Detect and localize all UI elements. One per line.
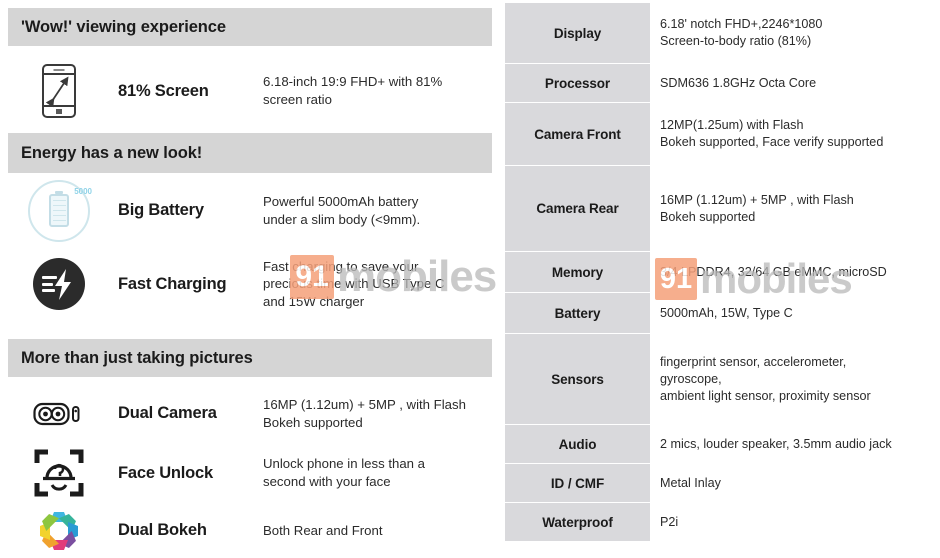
value-line: 2 mics, louder speaker, 3.5mm audio jack bbox=[660, 436, 892, 451]
table-row: Display 6.18' notch FHD+,2246*1080 Scree… bbox=[505, 3, 940, 63]
spec-label: Sensors bbox=[505, 334, 650, 424]
desc-line: 16MP (1.12um) + 5MP , with Flash bbox=[263, 396, 466, 412]
feature-row-battery: 5000 Big Battery Powerful 5000mAh batter… bbox=[0, 178, 500, 243]
desc-line: 6.18-inch 19:9 FHD+ with 81% bbox=[263, 74, 443, 90]
table-row: Camera Front 12MP(1.25um) with Flash Bok… bbox=[505, 103, 940, 165]
section-header-camera: More than just taking pictures bbox=[8, 339, 492, 377]
table-row: Processor SDM636 1.8GHz Octa Core bbox=[505, 64, 940, 102]
spec-value: SDM636 1.8GHz Octa Core bbox=[650, 64, 940, 102]
table-row: Battery 5000mAh, 15W, Type C bbox=[505, 293, 940, 333]
feature-title: 81% Screen bbox=[118, 81, 209, 100]
feature-description: 16MP (1.12um) + 5MP , with Flash Bokeh s… bbox=[263, 396, 500, 431]
fast-charge-bolt-icon bbox=[33, 258, 85, 310]
face-unlock-icon bbox=[34, 449, 84, 497]
desc-line: Both Rear and Front bbox=[263, 522, 383, 538]
feature-row-dual-camera: Dual Camera 16MP (1.12um) + 5MP , with F… bbox=[0, 386, 500, 441]
value-line: SDM636 1.8GHz Octa Core bbox=[660, 75, 817, 90]
spec-value: 2 mics, louder speaker, 3.5mm audio jack bbox=[650, 425, 940, 463]
section-header-energy: Energy has a new look! bbox=[8, 133, 492, 173]
section-header-label: 'Wow!' viewing experience bbox=[21, 17, 226, 36]
feature-description: Fast charging to save your precious time… bbox=[263, 258, 500, 311]
value-line: P2i bbox=[660, 514, 679, 529]
feature-row-dual-bokeh: Dual Bokeh Both Rear and Front bbox=[0, 503, 500, 558]
feature-icon-cell bbox=[0, 258, 118, 310]
value-line: 6.18' notch FHD+,2246*1080 bbox=[660, 17, 823, 31]
table-row: ID / CMF Metal Inlay bbox=[505, 464, 940, 502]
phone-diagonal-icon bbox=[42, 64, 76, 118]
dual-camera-icon bbox=[33, 402, 80, 425]
section-header-label: Energy has a new look! bbox=[21, 143, 203, 162]
feature-title: Fast Charging bbox=[118, 274, 227, 293]
feature-description: 6.18-inch 19:9 FHD+ with 81% screen rati… bbox=[263, 73, 500, 108]
feature-row-screen: 81% Screen 6.18-inch 19:9 FHD+ with 81% … bbox=[0, 55, 500, 127]
spec-value: Metal Inlay bbox=[650, 464, 940, 502]
right-spec-table: Display 6.18' notch FHD+,2246*1080 Scree… bbox=[505, 0, 940, 541]
value-line: 5000mAh, 15W, Type C bbox=[660, 305, 793, 320]
value-line: ambient light sensor, proximity sensor bbox=[660, 388, 871, 403]
diagonal-arrow-icon bbox=[45, 76, 69, 108]
feature-icon-cell bbox=[0, 64, 118, 118]
value-line: Bokeh supported bbox=[660, 209, 756, 224]
spec-label: Waterproof bbox=[505, 503, 650, 541]
value-line: gyroscope, bbox=[660, 371, 722, 386]
feature-row-face-unlock: Face Unlock Unlock phone in less than a … bbox=[0, 443, 500, 503]
desc-line: precious time with USB Type C bbox=[263, 276, 445, 292]
spec-label: Audio bbox=[505, 425, 650, 463]
feature-description: Unlock phone in less than a second with … bbox=[263, 455, 500, 490]
feature-description: Powerful 5000mAh battery under a slim bo… bbox=[263, 193, 500, 228]
feature-title: Dual Camera bbox=[118, 404, 217, 422]
table-row: Waterproof P2i bbox=[505, 503, 940, 541]
spec-value: 3/4 LPDDR4, 32/64 GB eMMC, microSD bbox=[650, 252, 940, 292]
spec-label: Display bbox=[505, 3, 650, 63]
table-row: Camera Rear 16MP (1.12um) + 5MP , with F… bbox=[505, 166, 940, 251]
desc-line: second with your face bbox=[263, 474, 391, 489]
battery-circle-icon: 5000 bbox=[28, 179, 92, 242]
table-row: Sensors fingerprint sensor, acceleromete… bbox=[505, 334, 940, 424]
table-row: Memory 3/4 LPDDR4, 32/64 GB eMMC, microS… bbox=[505, 252, 940, 292]
spec-value: 16MP (1.12um) + 5MP , with Flash Bokeh s… bbox=[650, 166, 940, 251]
spec-label: Camera Front bbox=[505, 103, 650, 165]
feature-title: Face Unlock bbox=[118, 463, 214, 482]
desc-line: screen ratio bbox=[263, 92, 332, 107]
spec-value: 12MP(1.25um) with Flash Bokeh supported,… bbox=[650, 103, 940, 165]
spec-label: ID / CMF bbox=[505, 464, 650, 502]
feature-title: Dual Bokeh bbox=[118, 521, 207, 539]
value-line: Screen-to-body ratio (81%) bbox=[660, 34, 812, 48]
spec-label: Camera Rear bbox=[505, 166, 650, 251]
section-header-label: More than just taking pictures bbox=[21, 348, 253, 367]
table-row: Audio 2 mics, louder speaker, 3.5mm audi… bbox=[505, 425, 940, 463]
left-feature-panel: 'Wow!' viewing experience 81% Screen 6.1… bbox=[0, 0, 500, 550]
spec-label: Processor bbox=[505, 64, 650, 102]
desc-line: Unlock phone in less than a bbox=[263, 456, 426, 472]
feature-icon-cell bbox=[0, 447, 118, 499]
spec-sheet-page: 'Wow!' viewing experience 81% Screen 6.1… bbox=[0, 0, 940, 550]
spec-value: fingerprint sensor, accelerometer, gyros… bbox=[650, 334, 940, 424]
spec-label: Memory bbox=[505, 252, 650, 292]
battery-capacity-label: 5000 bbox=[74, 186, 92, 196]
desc-line: and 15W charger bbox=[263, 293, 365, 309]
spec-value: 5000mAh, 15W, Type C bbox=[650, 293, 940, 333]
value-line: 12MP(1.25um) with Flash bbox=[660, 118, 804, 132]
feature-row-fast-charging: Fast Charging Fast charging to save your… bbox=[0, 248, 500, 320]
desc-line: Fast charging to save your bbox=[263, 258, 419, 274]
feature-description: Both Rear and Front bbox=[263, 522, 500, 540]
desc-line: under a slim body (<9mm). bbox=[263, 211, 421, 227]
value-line: Bokeh supported, Face verify supported bbox=[660, 135, 884, 149]
section-header-viewing: 'Wow!' viewing experience bbox=[8, 8, 492, 46]
value-line: Metal Inlay bbox=[660, 475, 721, 490]
value-line: fingerprint sensor, accelerometer, bbox=[660, 354, 847, 369]
feature-icon-cell bbox=[0, 401, 118, 427]
desc-line: Bokeh supported bbox=[263, 414, 363, 430]
value-line: 16MP (1.12um) + 5MP , with Flash bbox=[660, 192, 854, 207]
spec-value: 6.18' notch FHD+,2246*1080 Screen-to-bod… bbox=[650, 3, 940, 63]
lightning-bolt-icon bbox=[55, 269, 71, 300]
spec-value: P2i bbox=[650, 503, 940, 541]
feature-title: Big Battery bbox=[118, 201, 204, 219]
feature-icon-cell bbox=[0, 506, 118, 556]
feature-icon-cell: 5000 bbox=[0, 179, 118, 242]
spec-label: Battery bbox=[505, 293, 650, 333]
value-line: 3/4 LPDDR4, 32/64 GB eMMC, microSD bbox=[660, 264, 887, 279]
desc-line: Powerful 5000mAh battery bbox=[263, 193, 419, 209]
dual-bokeh-aperture-icon bbox=[40, 511, 78, 550]
